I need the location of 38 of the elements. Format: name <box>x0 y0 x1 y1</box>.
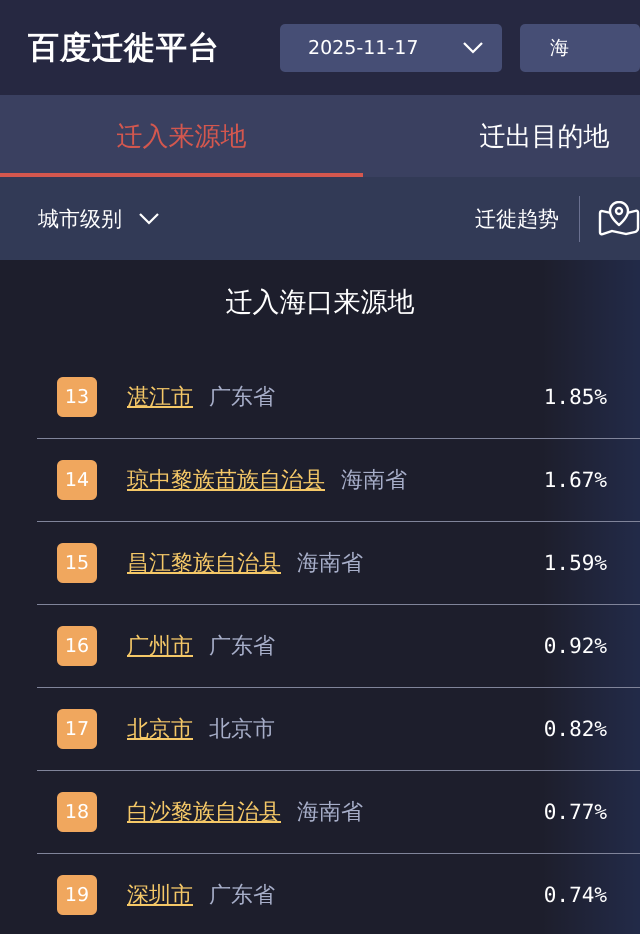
share-value: 1.59% <box>544 551 607 575</box>
share-value: 0.82% <box>544 717 607 741</box>
city-link[interactable]: 广州市 <box>127 631 193 661</box>
rank-badge: 17 <box>57 709 97 749</box>
rank-badge: 15 <box>57 543 97 583</box>
chevron-icon <box>138 212 160 226</box>
list-title: 迁入海口来源地 <box>224 286 416 320</box>
trend-button[interactable]: 迁徙趋势 <box>475 204 559 232</box>
city-link[interactable]: 琼中黎族苗族自治县 <box>127 465 325 495</box>
rank-badge: 16 <box>57 626 97 666</box>
city-link[interactable]: 北京市 <box>127 714 193 744</box>
share-value: 0.74% <box>544 883 607 907</box>
rank-badge: 18 <box>57 792 97 832</box>
province-label: 海南省 <box>297 799 364 827</box>
province-label: 广东省 <box>209 384 276 412</box>
share-value: 0.77% <box>544 800 607 824</box>
app-logo: 百度迁徙平台 <box>28 28 221 68</box>
province-label: 广东省 <box>209 633 276 661</box>
map-pin-icon[interactable] <box>598 200 640 236</box>
province-label: 广东省 <box>209 882 276 910</box>
share-value: 1.67% <box>544 468 607 492</box>
chevron-icon <box>462 40 484 54</box>
province-label: 海南省 <box>341 467 408 495</box>
province-label: 北京市 <box>209 716 276 744</box>
province-label: 海南省 <box>297 550 364 578</box>
rank-badge: 19 <box>57 875 97 915</box>
share-value: 1.85% <box>544 385 607 409</box>
date-dropdown[interactable]: 2025-11-17 <box>280 24 502 72</box>
rank-badge: 13 <box>57 377 97 417</box>
city-link[interactable]: 昌江黎族自治县 <box>127 548 281 578</box>
city-dropdown[interactable]: 海 <box>520 24 640 72</box>
city-link[interactable]: 白沙黎族自治县 <box>127 797 281 827</box>
city-link[interactable]: 深圳市 <box>127 880 193 910</box>
tab[interactable]: 迁出目的地 <box>363 95 640 177</box>
share-value: 0.92% <box>544 634 607 658</box>
city-link[interactable]: 湛江市 <box>127 382 193 412</box>
city-level-dropdown[interactable]: 城市级别 <box>38 204 160 232</box>
rank-badge: 14 <box>57 460 97 500</box>
